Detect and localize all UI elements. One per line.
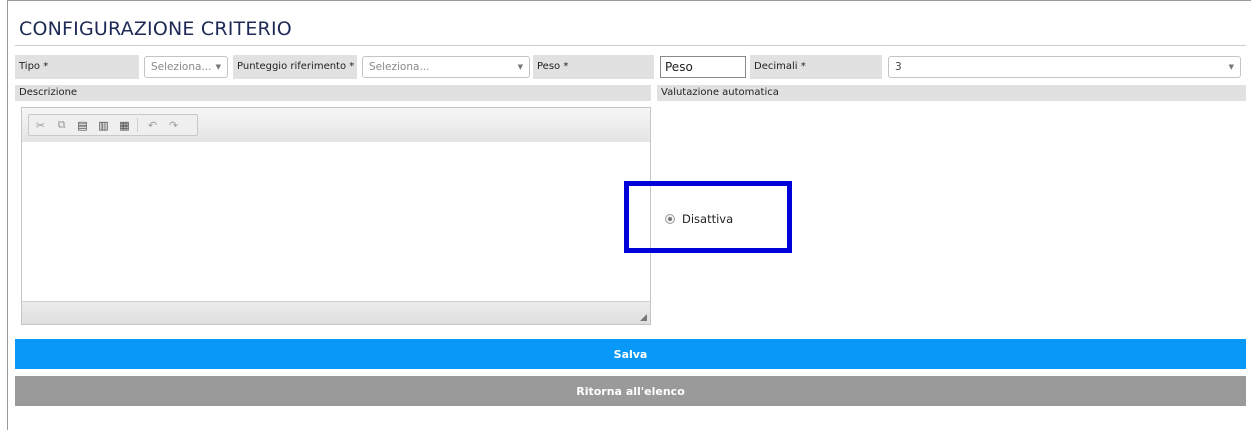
peso-input[interactable]: Peso — [660, 56, 746, 78]
peso-label: Peso * — [533, 55, 654, 79]
decimali-label: Decimali * — [750, 55, 882, 79]
editor-toolbar: ✂ ⧉ ▤ ▥ ▦ ↶ ↷ — [22, 108, 650, 143]
redo-icon[interactable]: ↷ — [164, 116, 183, 134]
back-to-list-button[interactable]: Ritorna all'elenco — [15, 376, 1246, 406]
descrizione-editor: ✂ ⧉ ▤ ▥ ▦ ↶ ↷ — [21, 107, 651, 325]
decimali-select[interactable]: 3 ▼ — [888, 56, 1241, 78]
save-button[interactable]: Salva — [15, 339, 1246, 369]
chevron-down-icon: ▼ — [1228, 63, 1234, 71]
page-title: CONFIGURAZIONE CRITERIO — [19, 18, 292, 40]
punteggio-select-value: Seleziona... — [369, 61, 430, 73]
paste-icon[interactable]: ▤ — [73, 116, 92, 134]
decimali-select-value: 3 — [895, 61, 902, 73]
resize-handle-icon[interactable] — [640, 314, 647, 321]
descrizione-label: Descrizione — [15, 85, 651, 101]
paste-word-icon[interactable]: ▦ — [115, 116, 134, 134]
punteggio-select[interactable]: Seleziona... ▼ — [362, 56, 530, 78]
form-row-main: Tipo * Seleziona... ▼ Punteggio riferime… — [15, 55, 1246, 79]
valutazione-label: Valutazione automatica — [657, 85, 1246, 101]
tipo-select[interactable]: Seleziona... ▼ — [144, 56, 228, 78]
undo-icon[interactable]: ↶ — [143, 116, 162, 134]
highlight-box — [624, 181, 792, 253]
copy-icon[interactable]: ⧉ — [52, 116, 71, 134]
paste-text-icon[interactable]: ▥ — [94, 116, 113, 134]
toolbar-separator — [137, 118, 138, 132]
title-divider — [15, 45, 1246, 46]
tipo-select-value: Seleziona... — [151, 61, 212, 73]
editor-statusbar — [22, 301, 650, 324]
chevron-down-icon: ▼ — [215, 63, 221, 71]
cut-icon[interactable]: ✂ — [31, 116, 50, 134]
chevron-down-icon: ▼ — [517, 63, 523, 71]
punteggio-label: Punteggio riferimento * — [233, 55, 357, 79]
tipo-label: Tipo * — [15, 55, 139, 79]
editor-toolbar-group: ✂ ⧉ ▤ ▥ ▦ ↶ ↷ — [28, 114, 198, 136]
editor-text-area[interactable] — [22, 142, 650, 302]
